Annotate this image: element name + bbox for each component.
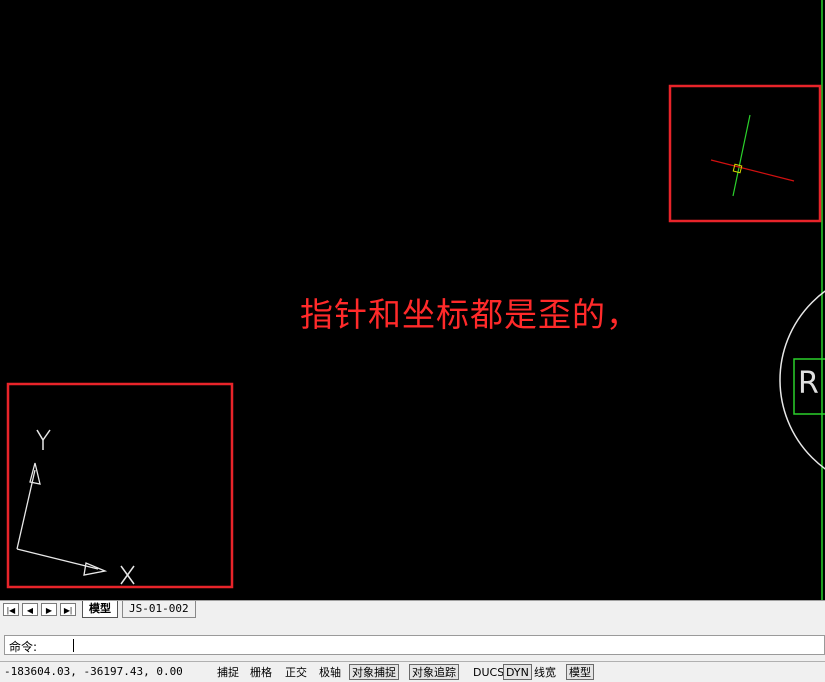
osnap-toggle[interactable]: 对象捕捉 xyxy=(349,664,399,680)
drawing-canvas[interactable]: 指针和坐标都是歪的， R xyxy=(0,0,825,600)
status-bar: -183604.03, -36197.43, 0.00 捕捉 栅格 正交 极轴 … xyxy=(0,661,825,682)
command-prompt: 命令: xyxy=(9,640,38,654)
crosshair-x-line xyxy=(710,159,795,182)
otrack-toggle[interactable]: 对象追踪 xyxy=(409,664,459,680)
command-line-input[interactable]: 命令: xyxy=(4,635,825,655)
snap-toggle[interactable]: 捕捉 xyxy=(214,664,242,680)
ucs-y-glyph xyxy=(36,429,51,450)
ucs-x-glyph xyxy=(120,565,135,585)
tab-layout-js-01-002[interactable]: JS-01-002 xyxy=(122,601,196,618)
last-tab-button[interactable]: ▶| xyxy=(60,603,76,616)
coordinate-readout: -183604.03, -36197.43, 0.00 xyxy=(4,665,183,678)
prev-tab-button[interactable]: ◀ xyxy=(22,603,38,616)
first-tab-button[interactable]: |◀ xyxy=(3,603,19,616)
lineweight-toggle[interactable]: 线宽 xyxy=(531,664,559,680)
crosshair-highlight-box xyxy=(668,84,822,223)
pickbox xyxy=(732,163,743,174)
ortho-toggle[interactable]: 正交 xyxy=(282,664,310,680)
layout-tab-bar: |◀ ◀ ▶ ▶| 模型 JS-01-002 xyxy=(0,600,825,619)
command-window: 命令: xyxy=(0,619,825,661)
text-caret xyxy=(73,639,74,652)
ucs-highlight-box xyxy=(6,382,234,589)
next-tab-button[interactable]: ▶ xyxy=(41,603,57,616)
tab-model[interactable]: 模型 xyxy=(82,601,118,618)
polar-toggle[interactable]: 极轴 xyxy=(316,664,344,680)
annotation-text: 指针和坐标都是歪的， xyxy=(300,295,640,334)
grid-toggle[interactable]: 栅格 xyxy=(247,664,275,680)
ducs-toggle[interactable]: DUCS xyxy=(470,664,507,680)
model-space-toggle[interactable]: 模型 xyxy=(566,664,594,680)
crosshair-y-line xyxy=(732,114,751,197)
r-label: R xyxy=(798,366,819,401)
ucs-icon xyxy=(16,462,108,576)
dyn-toggle[interactable]: DYN xyxy=(503,664,532,680)
